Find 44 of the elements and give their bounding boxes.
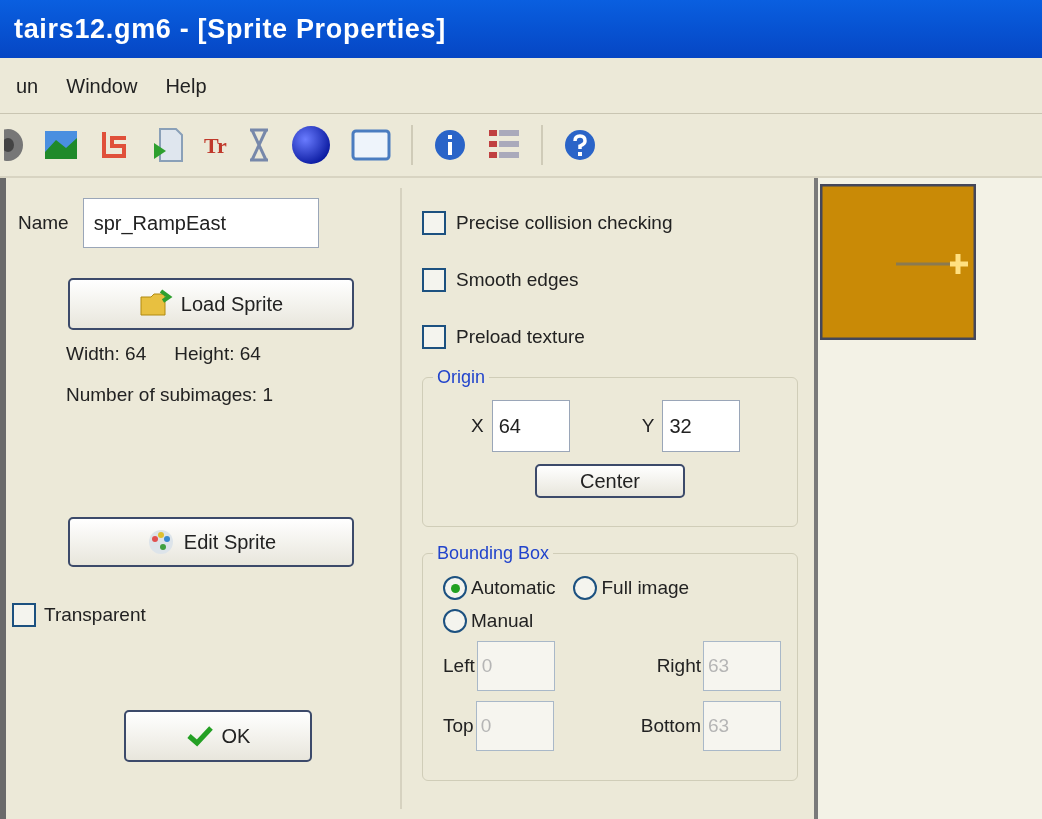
field-label: X <box>471 413 484 438</box>
radio-label: Automatic <box>471 576 556 600</box>
field-label: Left <box>443 653 475 678</box>
edit-sprite-button[interactable]: Edit Sprite <box>68 517 354 567</box>
checkbox[interactable] <box>422 268 446 292</box>
x-field[interactable]: 64 <box>491 400 570 452</box>
field-label: Y <box>641 413 655 438</box>
width-text: Width: 64 <box>66 342 147 366</box>
window-icon[interactable] <box>350 129 391 161</box>
help-icon[interactable] <box>562 128 597 162</box>
landscape-icon[interactable] <box>44 130 78 160</box>
checkbox[interactable] <box>422 325 446 349</box>
font-icon[interactable]: Tr <box>204 128 227 162</box>
field-label: Name <box>18 210 69 235</box>
folder-icon <box>138 289 173 319</box>
y-field[interactable]: 32 <box>662 400 741 452</box>
field-label: Right <box>656 653 701 678</box>
center-button[interactable]: Center <box>535 464 685 498</box>
field-label: Top <box>443 713 474 738</box>
load-sprite-button[interactable]: Load Sprite <box>68 278 354 330</box>
checkmark-icon <box>185 724 214 747</box>
menu-item[interactable]: Window <box>66 70 138 101</box>
radio-label: Full image <box>601 576 690 600</box>
height-text: Height: 64 <box>174 342 261 366</box>
menu-item[interactable]: Help <box>165 70 207 101</box>
checkbox-label: Smooth edges <box>456 267 579 292</box>
window-title: tairs12.gm6 - [Sprite Properties] <box>14 12 446 46</box>
menu-item[interactable]: un <box>16 70 39 101</box>
radio-button[interactable] <box>573 576 598 601</box>
sphere-icon[interactable] <box>290 125 331 165</box>
radio-label: Manual <box>471 608 534 633</box>
checkbox[interactable] <box>12 603 36 628</box>
checkbox-label: Precise collision checking <box>456 210 673 235</box>
checkbox[interactable] <box>422 211 446 235</box>
script-icon[interactable] <box>152 127 184 163</box>
field-label: Bottom <box>640 713 701 738</box>
subimages-text: Number of subimages: 1 <box>66 382 274 407</box>
checkbox-label: Transparent <box>44 603 146 627</box>
ok-button[interactable]: OK <box>124 709 312 762</box>
name-field[interactable]: spr_RampEast <box>82 198 319 248</box>
radio-button[interactable] <box>443 608 467 633</box>
info-icon[interactable] <box>432 128 467 162</box>
radio-button[interactable] <box>443 576 467 601</box>
checkbox-label: Preload texture <box>456 324 585 349</box>
